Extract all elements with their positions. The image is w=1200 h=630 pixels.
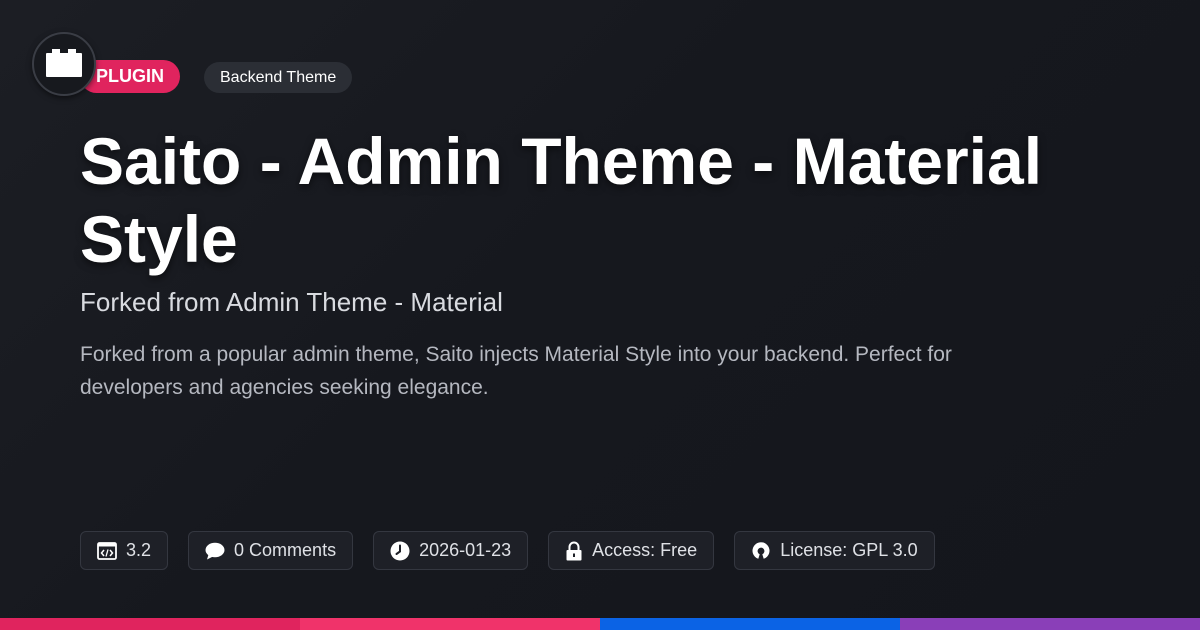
subtitle: Forked from Admin Theme - Material	[80, 287, 503, 317]
color-bar	[0, 618, 1200, 630]
date-pill: 2026-01-23	[373, 531, 529, 570]
color-bar-segment	[0, 618, 300, 630]
meta-row: 3.2 0 Comments 2026-01-23 Access: Free L…	[80, 531, 935, 570]
comments-text: 0 Comments	[234, 540, 337, 560]
comments-pill[interactable]: 0 Comments	[188, 531, 354, 570]
open-source-icon	[752, 541, 770, 559]
code-window-icon	[97, 541, 117, 560]
lock-icon	[566, 541, 582, 560]
date-text: 2026-01-23	[419, 540, 512, 560]
color-bar-segment	[600, 618, 900, 630]
description: Forked from a popular admin theme, Saito…	[80, 343, 952, 399]
clock-icon	[390, 541, 410, 560]
plugin-logo	[32, 32, 96, 96]
category-badge[interactable]: Backend Theme	[204, 62, 353, 93]
version-text: 3.2	[126, 540, 152, 560]
color-bar-segment	[900, 618, 1200, 630]
speech-bubble-icon	[205, 542, 225, 559]
page-title: Saito - Admin Theme - Material Style	[80, 124, 1043, 276]
version-pill: 3.2	[80, 531, 169, 570]
plugin-block-icon	[46, 49, 82, 77]
access-pill: Access: Free	[548, 531, 715, 570]
color-bar-segment	[300, 618, 600, 630]
license-text: License: GPL 3.0	[780, 540, 918, 560]
access-text: Access: Free	[592, 540, 698, 560]
license-pill: License: GPL 3.0	[734, 531, 935, 570]
